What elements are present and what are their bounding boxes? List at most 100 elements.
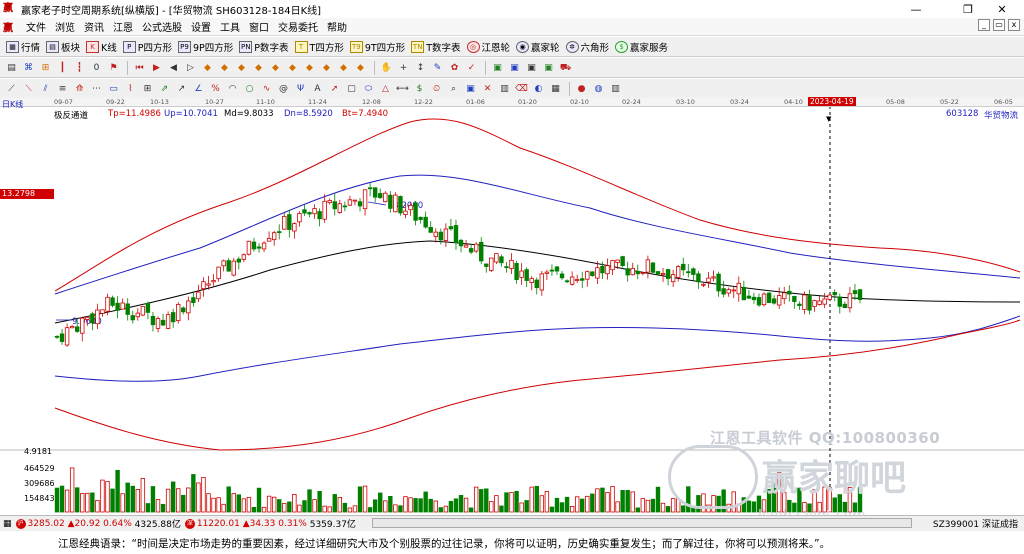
diamond-7-icon[interactable]: ◆: [302, 61, 317, 75]
zoom-tool-icon[interactable]: ⌕: [446, 82, 461, 96]
menu-help[interactable]: 帮助: [327, 19, 347, 34]
minimize-button[interactable]: —: [894, 0, 938, 18]
hand-icon[interactable]: ✋: [379, 61, 394, 75]
time-tool-icon[interactable]: ⏲: [429, 82, 444, 96]
save-tool-icon[interactable]: ▦: [548, 82, 563, 96]
hide-tool-icon[interactable]: ◐: [531, 82, 546, 96]
layout-icon[interactable]: ⌘: [21, 61, 36, 75]
parallel-tool-icon[interactable]: ≡: [55, 82, 70, 96]
menu-info[interactable]: 资讯: [84, 19, 104, 34]
arc-tool-icon[interactable]: ◠: [225, 82, 240, 96]
bar-icon[interactable]: ┇: [72, 61, 87, 75]
status-right-index[interactable]: SZ399001 深证成指: [933, 517, 1018, 530]
toolbar-winner-wheel-button[interactable]: ◉ 赢家轮: [516, 40, 560, 54]
diamond-6-icon[interactable]: ◆: [285, 61, 300, 75]
lock-tool-icon[interactable]: ▥: [497, 82, 512, 96]
box-square-icon[interactable]: ▣: [463, 82, 478, 96]
price-tool-icon[interactable]: $: [412, 82, 427, 96]
mdi-minimize-button[interactable]: _: [978, 19, 990, 31]
diamond-8-icon[interactable]: ◆: [319, 61, 334, 75]
mdi-close-button[interactable]: x: [1008, 19, 1020, 31]
diamond-2-icon[interactable]: ◆: [217, 61, 232, 75]
bus-icon[interactable]: ⛟: [558, 61, 573, 75]
app-menu-icon[interactable]: 赢: [3, 19, 17, 34]
ray-tool-icon[interactable]: ⟍: [21, 82, 36, 96]
circle-tool-icon[interactable]: ○: [242, 82, 257, 96]
fib-tool-icon[interactable]: ⋯: [89, 82, 104, 96]
diamond-9-icon[interactable]: ◆: [336, 61, 351, 75]
menu-browse[interactable]: 浏览: [55, 19, 75, 34]
speed-tool-icon[interactable]: ⇗: [157, 82, 172, 96]
back-icon[interactable]: ◀: [166, 61, 181, 75]
crosshair-icon[interactable]: +: [396, 61, 411, 75]
box-tool-icon[interactable]: ▭: [106, 82, 121, 96]
indicator-icon[interactable]: ⊞: [38, 61, 53, 75]
screen-4-icon[interactable]: ▣: [541, 61, 556, 75]
toolbar-sectors-button[interactable]: ▤ 板块: [46, 40, 80, 54]
toolbar-gann-wheel-button[interactable]: ◎ 江恩轮: [466, 40, 510, 54]
fan-tool-icon[interactable]: ⟰: [72, 82, 87, 96]
screen-3-icon[interactable]: ▣: [524, 61, 539, 75]
line-tool-icon[interactable]: ⟋: [4, 82, 19, 96]
globe-icon[interactable]: ◍: [591, 82, 606, 96]
status-scrollbar[interactable]: [372, 518, 912, 528]
sz-index-group[interactable]: 深 11220.01 ▲34.33 0.31% 5359.37亿: [184, 517, 356, 530]
gift-icon[interactable]: ✿: [447, 61, 462, 75]
rect-tool-icon[interactable]: ▢: [344, 82, 359, 96]
measure-tool-icon[interactable]: ⟷: [395, 82, 410, 96]
flag-icon[interactable]: ⚑: [106, 61, 121, 75]
arrow-tool-icon[interactable]: ➚: [327, 82, 342, 96]
screen-1-icon[interactable]: ▣: [490, 61, 505, 75]
draw-icon[interactable]: ✎: [430, 61, 445, 75]
toolbar-p-square-button[interactable]: P P四方形: [122, 40, 172, 54]
mdi-restore-button[interactable]: ▭: [993, 19, 1005, 31]
channel-tool-icon[interactable]: ⫽: [38, 82, 53, 96]
menu-gann[interactable]: 江恩: [113, 19, 133, 34]
cycle-tool-icon[interactable]: ⌇: [123, 82, 138, 96]
diamond-1-icon[interactable]: ◆: [200, 61, 215, 75]
mark-icon[interactable]: ✓: [464, 61, 479, 75]
spiral-tool-icon[interactable]: @: [276, 82, 291, 96]
toolbar-service-button[interactable]: $ 赢家服务: [615, 40, 668, 54]
delete-tool-icon[interactable]: ⌫: [514, 82, 529, 96]
screen-2-icon[interactable]: ▣: [507, 61, 522, 75]
next-icon[interactable]: ▶: [149, 61, 164, 75]
ellipse-tool-icon[interactable]: ⬭: [361, 82, 376, 96]
toolbar-t-table-button[interactable]: TN T数字表: [411, 40, 461, 54]
status-grid-icon[interactable]: ▦: [3, 519, 12, 529]
menu-settings[interactable]: 设置: [191, 19, 211, 34]
wave-tool-icon[interactable]: ∿: [259, 82, 274, 96]
toolbar-p-table-button[interactable]: PN P数字表: [239, 40, 289, 54]
first-icon[interactable]: ⏮: [132, 61, 147, 75]
toolbar-quotes-button[interactable]: ▦ 行情: [6, 40, 40, 54]
palette-icon[interactable]: ●: [574, 82, 589, 96]
toolbar-hexagon-button[interactable]: ✲ 六角形: [565, 40, 609, 54]
diamond-5-icon[interactable]: ◆: [268, 61, 283, 75]
period-icon[interactable]: ▤: [4, 61, 19, 75]
trend-tool-icon[interactable]: ↗: [174, 82, 189, 96]
triangle-tool-icon[interactable]: △: [378, 82, 393, 96]
vertical-line-icon[interactable]: ↕: [413, 61, 428, 75]
menu-file[interactable]: 文件: [26, 19, 46, 34]
menu-tools[interactable]: 工具: [220, 19, 240, 34]
toolbar-9t-square-button[interactable]: T9 9T四方形: [349, 40, 405, 54]
grid-tool-icon[interactable]: ⊞: [140, 82, 155, 96]
menu-window[interactable]: 窗口: [249, 19, 269, 34]
percent-tool-icon[interactable]: %: [208, 82, 223, 96]
text-tool-icon[interactable]: A: [310, 82, 325, 96]
toolbar-t-square-button[interactable]: T T四方形: [294, 40, 344, 54]
menu-trade[interactable]: 交易委托: [278, 19, 318, 34]
step-icon[interactable]: ▷: [183, 61, 198, 75]
toolbar-9p-square-button[interactable]: P9 9P四方形: [178, 40, 233, 54]
gann-angle-icon[interactable]: ∠: [191, 82, 206, 96]
erase-tool-icon[interactable]: ✕: [480, 82, 495, 96]
pitchfork-tool-icon[interactable]: Ψ: [293, 82, 308, 96]
close-button[interactable]: ✕: [980, 0, 1024, 18]
diamond-3-icon[interactable]: ◆: [234, 61, 249, 75]
sh-index-group[interactable]: 沪 3285.02 ▲20.92 0.64% 4325.88亿: [15, 517, 181, 530]
menu-formula[interactable]: 公式选股: [142, 19, 182, 34]
candle-icon[interactable]: ┃: [55, 61, 70, 75]
toolbar-kline-button[interactable]: K K线: [86, 40, 117, 54]
diamond-4-icon[interactable]: ◆: [251, 61, 266, 75]
bars-icon[interactable]: ▥: [608, 82, 623, 96]
